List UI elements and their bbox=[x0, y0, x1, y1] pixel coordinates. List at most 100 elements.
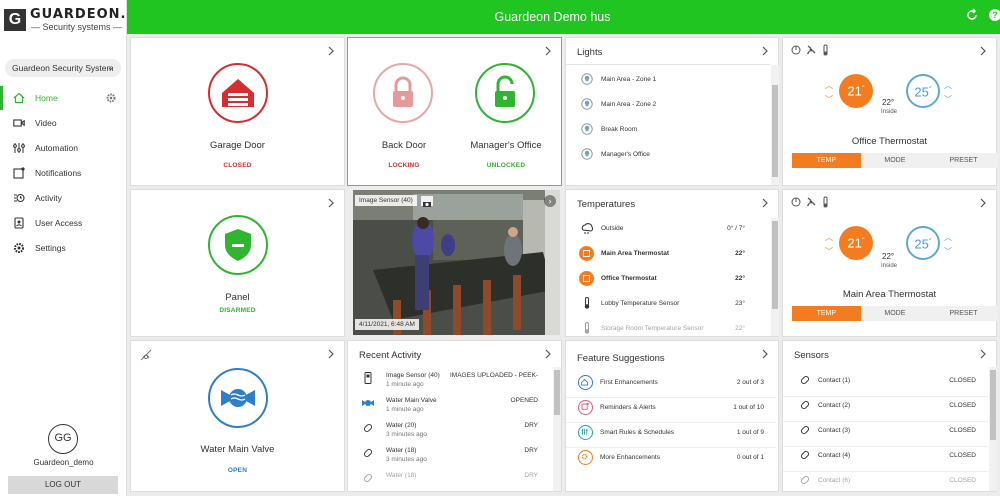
sidebar-item-user-access[interactable]: User Access bbox=[0, 211, 127, 235]
water-valve-button[interactable] bbox=[208, 368, 268, 428]
contact-sensor-icon bbox=[800, 425, 810, 435]
heat-setpoint[interactable]: 21° bbox=[839, 74, 873, 108]
gear-icon[interactable] bbox=[105, 92, 117, 104]
office-thermostat-card[interactable]: ︿ ﹀ 21° 22° Inside 25° ︿ ﹀ Office Thermo… bbox=[782, 37, 998, 186]
list-item[interactable]: Contact (4) CLOSED bbox=[783, 448, 988, 472]
list-item[interactable]: Contact (1) CLOSED bbox=[783, 373, 988, 397]
logout-button[interactable]: LOG OUT bbox=[8, 476, 118, 494]
notification-icon bbox=[13, 167, 25, 179]
refresh-icon[interactable] bbox=[965, 8, 979, 22]
scrollbar[interactable] bbox=[553, 367, 561, 491]
chevron-right-icon[interactable] bbox=[544, 46, 552, 56]
list-item[interactable]: Contact (2) CLOSED bbox=[783, 398, 988, 422]
list-item[interactable]: Manager's Office bbox=[566, 147, 766, 169]
cool-setpoint[interactable]: 25° bbox=[906, 226, 940, 260]
heat-up-button[interactable]: ︿ bbox=[825, 232, 833, 243]
camera-feed[interactable]: Image Sensor (40) › 4/11/2021, 6:48 AM bbox=[353, 190, 560, 335]
activity-time: 1 minute ago bbox=[386, 406, 424, 413]
avatar[interactable]: GG bbox=[48, 424, 78, 454]
panel-card[interactable]: Panel DISARMED bbox=[130, 189, 345, 337]
heat-down-button[interactable]: ﹀ bbox=[825, 94, 833, 105]
water-valve-card[interactable]: Water Main Valve OPEN bbox=[130, 340, 345, 492]
tab-mode[interactable]: MODE bbox=[860, 153, 930, 168]
locks-card[interactable]: Back Door LOCKING Manager's Office UNLOC… bbox=[347, 37, 562, 186]
list-item[interactable]: Break Room bbox=[566, 122, 766, 144]
scrollbar[interactable] bbox=[771, 218, 779, 336]
chevron-right-icon[interactable] bbox=[761, 46, 769, 56]
camera-icon[interactable] bbox=[421, 196, 433, 207]
thermostat-name: Main Area Thermostat bbox=[842, 289, 937, 300]
chevron-right-icon[interactable] bbox=[327, 198, 335, 208]
chevron-right-icon[interactable] bbox=[327, 46, 335, 56]
tab-mode[interactable]: MODE bbox=[860, 306, 930, 321]
account-selector[interactable]: Guardeon Security System ⌄ bbox=[5, 59, 121, 77]
sliders-icon bbox=[13, 143, 25, 153]
lock-icon bbox=[393, 76, 413, 107]
back-door-lock-button[interactable] bbox=[373, 63, 433, 123]
tab-preset[interactable]: PRESET bbox=[929, 153, 998, 168]
chevron-right-icon[interactable] bbox=[327, 349, 335, 359]
list-item[interactable]: Main Area - Zone 1 bbox=[566, 72, 766, 94]
list-item[interactable]: Water Main Valve 1 minute ago OPENED bbox=[348, 395, 548, 419]
activity-time: 3 minutes ago bbox=[386, 456, 427, 463]
sidebar-item-home[interactable]: Home bbox=[0, 86, 127, 110]
chevron-right-icon[interactable] bbox=[979, 46, 987, 56]
cool-setpoint[interactable]: 25° bbox=[906, 74, 940, 108]
sidebar-item-video[interactable]: Video bbox=[0, 111, 127, 135]
chevron-right-icon[interactable] bbox=[761, 198, 769, 208]
list-item[interactable]: Main Area - Zone 2 bbox=[566, 97, 766, 119]
page-title: Guardeon Demo hus bbox=[494, 10, 611, 24]
tab-temp[interactable]: TEMP bbox=[792, 306, 861, 321]
heat-up-button[interactable]: ︿ bbox=[825, 80, 833, 91]
list-item[interactable]: Main Area Thermostat 22° bbox=[566, 246, 766, 270]
cool-up-button[interactable]: ︿ bbox=[944, 232, 952, 243]
feature-progress: 2 out of 3 bbox=[736, 379, 764, 386]
feature-progress: 1 out of 9 bbox=[736, 429, 764, 436]
list-item[interactable]: Smart Rules & Schedules 1 out of 9 bbox=[566, 424, 776, 448]
sidebar-item-activity[interactable]: Activity bbox=[0, 186, 127, 210]
tab-preset[interactable]: PRESET bbox=[929, 306, 998, 321]
help-icon[interactable]: ? bbox=[989, 9, 1000, 21]
list-item[interactable]: Contact (6) CLOSED bbox=[783, 473, 988, 491]
sidebar-item-settings[interactable]: Settings bbox=[0, 236, 127, 260]
top-bar: Guardeon Demo hus ? bbox=[127, 0, 1000, 34]
garage-door-card[interactable]: Garage Door CLOSED bbox=[130, 37, 345, 186]
contact-sensor-icon bbox=[800, 375, 810, 385]
cool-down-button[interactable]: ﹀ bbox=[944, 94, 952, 105]
sidebar-item-automation[interactable]: Automation bbox=[0, 136, 127, 160]
list-item[interactable]: Storage Room Temperature Sensor 22° bbox=[566, 321, 766, 337]
device-label: Water Main Valve bbox=[200, 444, 275, 455]
list-item[interactable]: Office Thermostat 22° bbox=[566, 271, 766, 295]
list-item[interactable]: First Enhancements 2 out of 3 bbox=[566, 374, 776, 398]
sensors-card: Sensors Contact (1) CLOSED Contact (2) C… bbox=[782, 340, 997, 492]
list-item[interactable]: Lobby Temperature Sensor 23° bbox=[566, 296, 766, 320]
list-item[interactable]: More Enhancements 0 out of 1 bbox=[566, 449, 776, 473]
cool-up-button[interactable]: ︿ bbox=[944, 80, 952, 91]
scrollbar[interactable] bbox=[989, 367, 997, 491]
garage-door-button[interactable] bbox=[208, 63, 268, 123]
panel-button[interactable] bbox=[208, 215, 268, 275]
list-item[interactable]: Outside 0° / 7° bbox=[566, 221, 766, 245]
chevron-right-icon[interactable] bbox=[979, 198, 987, 208]
recent-activity-card: Recent Activity Image Sensor (40) 1 minu… bbox=[347, 340, 562, 492]
sidebar-item-notifications[interactable]: Notifications bbox=[0, 161, 127, 185]
heat-setpoint[interactable]: 21° bbox=[839, 226, 873, 260]
list-item[interactable]: Water (20) 3 minutes ago DRY bbox=[348, 420, 548, 444]
list-item[interactable]: Contact (3) CLOSED bbox=[783, 423, 988, 447]
cool-down-button[interactable]: ﹀ bbox=[944, 246, 952, 257]
card-title: Recent Activity bbox=[359, 350, 422, 361]
list-item[interactable]: Water (18) DRY bbox=[348, 470, 548, 490]
list-item[interactable]: Image Sensor (40) 1 minute ago IMAGES UP… bbox=[348, 370, 548, 394]
tab-temp[interactable]: TEMP bbox=[792, 153, 861, 168]
list-item[interactable]: Reminders & Alerts 1 out of 10 bbox=[566, 399, 776, 423]
list-item[interactable]: Water (18) 3 minutes ago DRY bbox=[348, 445, 548, 469]
scrollbar[interactable] bbox=[771, 65, 779, 185]
chevron-right-icon[interactable] bbox=[979, 349, 987, 359]
chevron-right-icon[interactable]: › bbox=[544, 195, 556, 207]
heat-down-button[interactable]: ﹀ bbox=[825, 246, 833, 257]
chevron-right-icon[interactable] bbox=[544, 349, 552, 359]
office-lock-button[interactable] bbox=[475, 63, 535, 123]
card-title: Temperatures bbox=[577, 199, 636, 210]
chevron-right-icon[interactable] bbox=[761, 349, 769, 359]
main-thermostat-card[interactable]: ︿ ﹀ 21° 22° Inside 25° ︿ ﹀ Main Area The… bbox=[782, 189, 998, 337]
